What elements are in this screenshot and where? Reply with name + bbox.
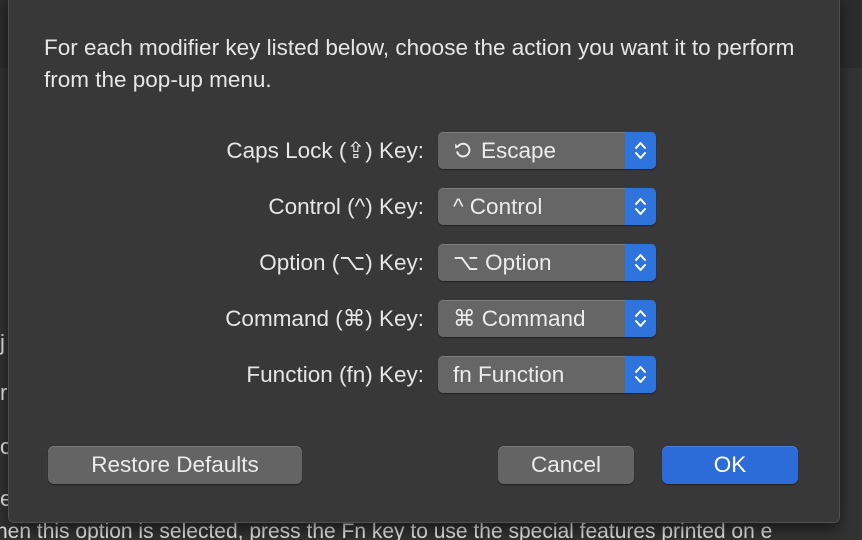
option-row: Option (⌥) Key: ⌥ Option: [0, 244, 862, 282]
command-popup-stepper[interactable]: [625, 300, 656, 337]
option-popup-stepper[interactable]: [625, 244, 656, 281]
caps-lock-popup-value: Escape: [453, 136, 556, 166]
option-popup[interactable]: ⌥ Option: [438, 244, 656, 281]
cancel-button[interactable]: Cancel: [498, 446, 634, 484]
caps-lock-popup[interactable]: Escape: [438, 132, 656, 169]
command-popup[interactable]: ⌘ Command: [438, 300, 656, 337]
control-popup-stepper[interactable]: [625, 188, 656, 225]
chevron-up-down-icon: [635, 142, 646, 159]
function-popup-value: fn Function: [453, 362, 565, 387]
restore-defaults-button[interactable]: Restore Defaults: [48, 446, 302, 484]
control-row: Control (^) Key: ^ Control: [0, 188, 862, 226]
screen: j r o e hen this option is selected, pre…: [0, 0, 862, 540]
function-popup[interactable]: fn Function: [438, 356, 656, 393]
escape-icon: [455, 142, 471, 158]
ok-button[interactable]: OK: [662, 446, 798, 484]
function-popup-stepper[interactable]: [625, 356, 656, 393]
control-popup[interactable]: ^ Control: [438, 188, 656, 225]
chevron-up-down-icon: [635, 198, 646, 215]
caps-lock-key-label: Caps Lock (⇪) Key:: [226, 138, 424, 163]
chevron-up-down-icon: [635, 366, 646, 383]
command-key-label: Command (⌘) Key:: [225, 306, 424, 331]
instruction-text: For each modifier key listed below, choo…: [44, 35, 795, 92]
option-popup-value: ⌥ Option: [453, 250, 552, 275]
caps-lock-popup-stepper[interactable]: [625, 132, 656, 169]
function-key-label: Function (fn) Key:: [246, 362, 424, 387]
function-row: Function (fn) Key: fn Function: [0, 356, 862, 394]
chevron-up-down-icon: [635, 254, 646, 271]
control-popup-value: ^ Control: [453, 194, 543, 219]
control-key-label: Control (^) Key:: [268, 194, 424, 219]
command-popup-value: ⌘ Command: [453, 306, 586, 331]
caps-lock-row: Caps Lock (⇪) Key: Escape: [0, 132, 862, 170]
chevron-up-down-icon: [635, 310, 646, 327]
caps-lock-popup-text: Escape: [481, 138, 557, 163]
option-key-label: Option (⌥) Key:: [259, 250, 424, 275]
command-row: Command (⌘) Key: ⌘ Command: [0, 300, 862, 338]
